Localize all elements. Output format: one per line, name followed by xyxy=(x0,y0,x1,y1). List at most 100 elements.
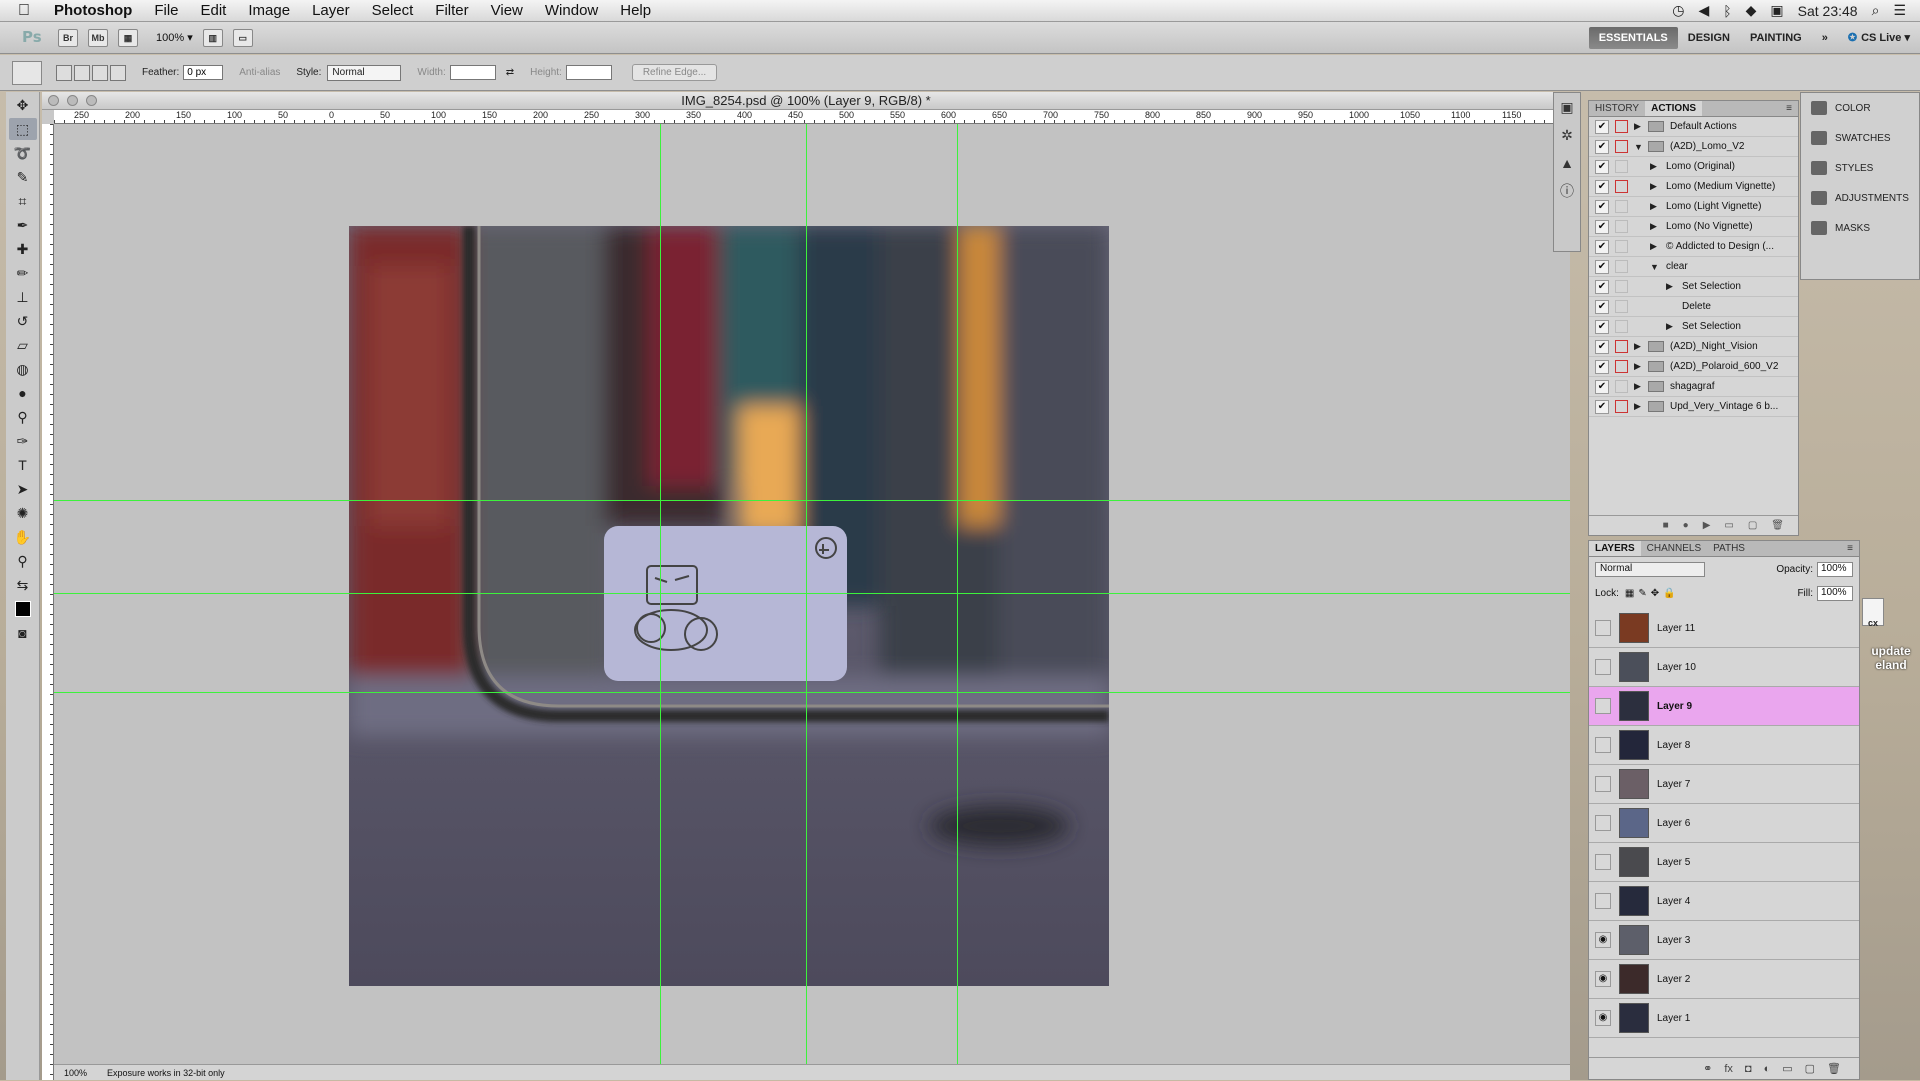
swatches-panel-tab[interactable]: SWATCHES xyxy=(1801,123,1919,153)
action-dialog-toggle[interactable] xyxy=(1615,240,1628,253)
action-enabled-checkbox[interactable]: ✔ xyxy=(1595,260,1609,274)
marquee-tool-icon[interactable]: ⬚ xyxy=(9,118,37,140)
expand-arrow-icon[interactable]: ▶ xyxy=(1650,201,1660,212)
record-icon[interactable]: ● xyxy=(1683,520,1689,531)
refine-edge-button[interactable]: Refine Edge... xyxy=(632,64,717,81)
lasso-tool-icon[interactable]: ➰ xyxy=(9,142,37,164)
time-machine-icon[interactable]: ◷ xyxy=(1672,2,1684,19)
subtract-selection-mode-button[interactable] xyxy=(92,65,108,81)
eraser-tool-icon[interactable]: ▱ xyxy=(9,334,37,356)
swap-dimensions-icon[interactable]: ⇄ xyxy=(506,67,514,78)
action-row[interactable]: ✔▶(A2D)_Night_Vision xyxy=(1589,337,1798,357)
brush-tool-icon[interactable]: ✏ xyxy=(9,262,37,284)
action-row[interactable]: ✔▶Set Selection xyxy=(1589,277,1798,297)
expand-arrow-icon[interactable]: ▶ xyxy=(1650,181,1660,192)
layer-row[interactable]: Layer 6 xyxy=(1589,804,1859,843)
clock[interactable]: Sat 23:48 xyxy=(1798,3,1858,19)
action-enabled-checkbox[interactable]: ✔ xyxy=(1595,400,1609,414)
hand-tool-icon[interactable]: ✋ xyxy=(9,526,37,548)
layer-visibility-icon[interactable]: ◉ xyxy=(1595,1010,1611,1026)
quick-selection-tool-icon[interactable]: ✎ xyxy=(9,166,37,188)
stop-icon[interactable]: ■ xyxy=(1663,520,1669,531)
action-enabled-checkbox[interactable]: ✔ xyxy=(1595,120,1609,134)
layer-visibility-icon[interactable] xyxy=(1595,698,1611,714)
layer-row[interactable]: ◉Layer 3 xyxy=(1589,921,1859,960)
link-layers-icon[interactable]: ⚭ xyxy=(1703,1062,1712,1075)
clone-stamp-tool-icon[interactable]: ⊥ xyxy=(9,286,37,308)
expand-arrow-icon[interactable]: ▶ xyxy=(1634,341,1644,352)
action-dialog-toggle[interactable] xyxy=(1615,260,1628,273)
action-enabled-checkbox[interactable]: ✔ xyxy=(1595,140,1609,154)
status-info[interactable]: Exposure works in 32-bit only xyxy=(107,1068,225,1078)
layer-visibility-icon[interactable] xyxy=(1595,737,1611,753)
action-row[interactable]: ✔▶Upd_Very_Vintage 6 b... xyxy=(1589,397,1798,417)
dodge-tool-icon[interactable]: ⚲ xyxy=(9,406,37,428)
height-input[interactable] xyxy=(566,65,612,80)
action-row[interactable]: ✔▶Default Actions xyxy=(1589,117,1798,137)
panel-menu-icon[interactable]: ≡ xyxy=(1841,541,1859,556)
expand-arrow-icon[interactable]: ▶ xyxy=(1634,361,1644,372)
layer-style-icon[interactable]: fx xyxy=(1724,1063,1733,1075)
tab-paths[interactable]: PATHS xyxy=(1707,541,1751,556)
style-select[interactable]: Normal xyxy=(327,65,401,81)
lock-position-icon[interactable]: ✥ xyxy=(1651,588,1659,599)
lock-pixels-icon[interactable]: ✎ xyxy=(1638,588,1646,599)
expand-arrow-icon[interactable]: ▶ xyxy=(1650,221,1660,232)
fill-input[interactable]: 100% xyxy=(1817,586,1853,601)
photo-canvas[interactable] xyxy=(349,226,1109,986)
menu-window[interactable]: Window xyxy=(534,2,609,19)
masks-panel-tab[interactable]: MASKS xyxy=(1801,213,1919,243)
panel-menu-icon[interactable]: ≡ xyxy=(1780,101,1798,116)
menu-app-name[interactable]: Photoshop xyxy=(54,2,143,19)
action-dialog-toggle[interactable] xyxy=(1615,280,1628,293)
crop-tool-icon[interactable]: ⌗ xyxy=(9,190,37,212)
menu-layer[interactable]: Layer xyxy=(301,2,361,19)
layer-row[interactable]: Layer 7 xyxy=(1589,765,1859,804)
vertical-ruler[interactable] xyxy=(42,124,54,1080)
expand-arrow-icon[interactable]: ▶ xyxy=(1634,381,1644,392)
view-extras-button[interactable]: ▦ xyxy=(118,29,138,47)
bluetooth-icon[interactable]: ᛒ xyxy=(1723,3,1731,19)
expand-arrow-icon[interactable]: ▼ xyxy=(1650,262,1660,272)
action-dialog-toggle[interactable] xyxy=(1615,300,1628,313)
path-selection-tool-icon[interactable]: ➤ xyxy=(9,478,37,500)
action-row[interactable]: ✔▼clear xyxy=(1589,257,1798,277)
layer-row[interactable]: Layer 4 xyxy=(1589,882,1859,921)
delete-layer-icon[interactable]: 🗑 xyxy=(1827,1062,1841,1075)
new-group-icon[interactable]: ▭ xyxy=(1782,1062,1792,1075)
layer-visibility-icon[interactable] xyxy=(1595,620,1611,636)
layer-row[interactable]: ◉Layer 1 xyxy=(1589,999,1859,1038)
menu-view[interactable]: View xyxy=(480,2,534,19)
action-enabled-checkbox[interactable]: ✔ xyxy=(1595,300,1609,314)
arrange-documents-button[interactable]: ▥ xyxy=(203,29,223,47)
guide-horizontal[interactable] xyxy=(54,500,1570,501)
lock-transparent-icon[interactable]: ▦ xyxy=(1625,588,1634,599)
action-row[interactable]: ✔Delete xyxy=(1589,297,1798,317)
history-brush-tool-icon[interactable]: ↺ xyxy=(9,310,37,332)
info-panel-icon[interactable]: ⓘ xyxy=(1554,177,1580,205)
action-dialog-toggle[interactable] xyxy=(1615,140,1628,153)
adjustment-layer-icon[interactable]: ◐ xyxy=(1764,1063,1771,1075)
blur-tool-icon[interactable]: ● xyxy=(9,382,37,404)
brush-presets-icon[interactable]: ✲ xyxy=(1554,121,1580,149)
input-menu-icon[interactable]: ▣ xyxy=(1770,2,1783,19)
adjustments-panel-tab[interactable]: ADJUSTMENTS xyxy=(1801,183,1919,213)
quick-mask-icon[interactable]: ◙ xyxy=(9,622,37,644)
play-icon[interactable]: ▶ xyxy=(1703,520,1711,531)
layer-visibility-icon[interactable]: ◉ xyxy=(1595,932,1611,948)
zoom-window-icon[interactable] xyxy=(86,95,97,106)
menu-select[interactable]: Select xyxy=(361,2,425,19)
action-dialog-toggle[interactable] xyxy=(1615,400,1628,413)
pen-tool-icon[interactable]: ✑ xyxy=(9,430,37,452)
action-row[interactable]: ✔▶Lomo (Medium Vignette) xyxy=(1589,177,1798,197)
add-mask-icon[interactable]: ◘ xyxy=(1745,1063,1752,1075)
antialias-checkbox[interactable]: Anti-alias xyxy=(239,67,280,78)
action-enabled-checkbox[interactable]: ✔ xyxy=(1595,220,1609,234)
expand-arrow-icon[interactable]: ▶ xyxy=(1650,161,1660,172)
cs-live-button[interactable]: ✪CS Live ▾ xyxy=(1838,22,1920,53)
expand-arrow-icon[interactable]: ▶ xyxy=(1634,121,1644,132)
tab-layers[interactable]: LAYERS xyxy=(1589,541,1641,556)
styles-panel-tab[interactable]: STYLES xyxy=(1801,153,1919,183)
width-input[interactable] xyxy=(450,65,496,80)
move-tool-icon[interactable]: ✥ xyxy=(9,94,37,116)
